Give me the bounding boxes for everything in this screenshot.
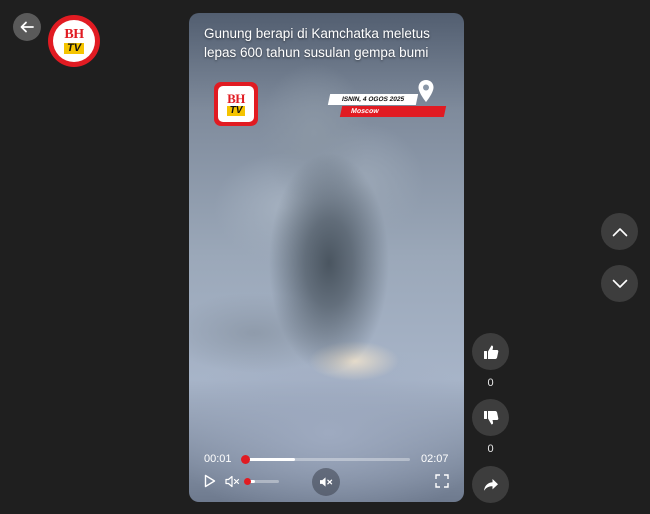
logo-tv-text: TV [63,43,85,54]
play-icon [204,474,216,488]
unmute-overlay-button[interactable] [312,468,340,496]
total-time: 02:07 [421,453,449,465]
current-time: 00:01 [204,453,232,465]
video-title: Gunung berapi di Kamchatka meletus lepas… [204,26,430,60]
chevron-up-icon [612,227,627,236]
thumbs-up-icon [483,345,498,359]
volume-knob[interactable] [244,478,251,485]
date-banner: ISNIN, 4 OGOS 2025 [327,94,419,105]
share-button[interactable] [472,466,509,503]
video-player[interactable]: Gunung berapi di Kamchatka meletus lepas… [189,13,464,502]
like-button[interactable] [472,333,509,370]
progress-knob[interactable] [241,455,250,464]
logo-bh-text: BH [64,27,84,42]
back-arrow-icon [20,21,34,33]
next-video-button[interactable] [601,265,638,302]
channel-logo[interactable]: BH TV [48,15,100,67]
chevron-down-icon [612,279,627,288]
dislike-button[interactable] [472,399,509,436]
fullscreen-icon [435,474,449,488]
progress-bar[interactable] [241,455,410,464]
play-button[interactable] [202,473,218,489]
location-pin-icon [418,80,434,102]
fullscreen-button[interactable] [434,473,450,489]
like-count: 0 [487,377,494,389]
thumbs-down-icon [483,410,498,424]
overlay-logo-tv-text: TV [226,106,246,116]
video-overlay-logo-inner: BH TV [218,86,254,122]
share-icon [483,478,498,491]
mute-icon [224,475,239,487]
dislike-count: 0 [487,443,494,455]
back-button[interactable] [13,13,41,41]
previous-video-button[interactable] [601,213,638,250]
video-overlay-logo: BH TV [214,82,258,126]
location-banner: Moscow [339,106,447,117]
volume-slider[interactable] [244,478,279,485]
channel-logo-inner: BH TV [53,20,95,62]
progress-fill [245,458,295,461]
mute-icon [320,477,333,487]
overlay-logo-bh-text: BH [227,91,245,106]
mute-button[interactable] [224,473,240,489]
